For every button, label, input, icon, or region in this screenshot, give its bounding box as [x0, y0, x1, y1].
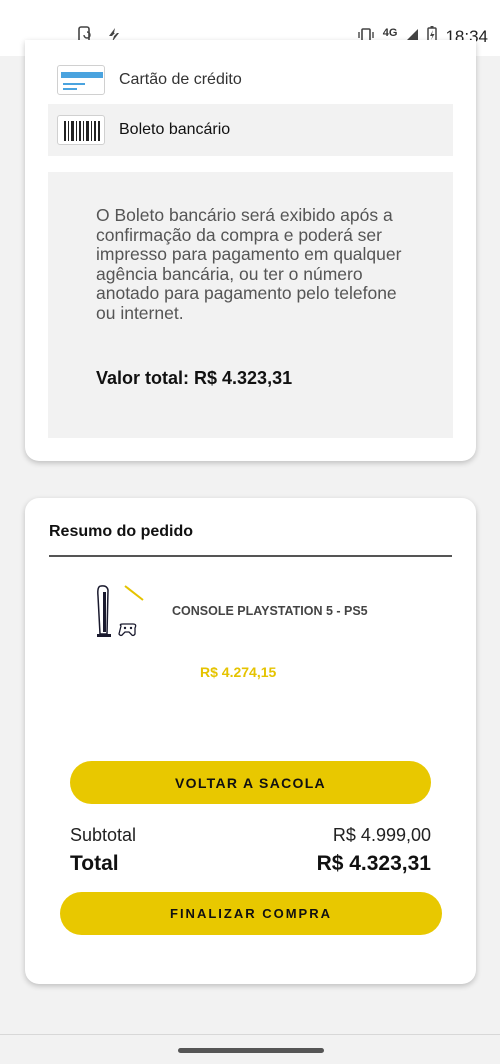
- subtotal-row: Subtotal R$ 4.999,00: [70, 825, 431, 846]
- payment-option-boleto[interactable]: Boleto bancário: [48, 104, 453, 156]
- boleto-info-text: O Boleto bancário será exibido após a co…: [96, 205, 402, 323]
- total-row: Total R$ 4.323,31: [70, 852, 431, 876]
- payment-option-label: Cartão de crédito: [119, 71, 242, 88]
- product-name: CONSOLE PLAYSTATION 5 - PS5: [172, 604, 368, 618]
- navigation-bar: [0, 1034, 500, 1064]
- order-summary-card: Resumo do pedido CONSOLE PLAYSTATION 5 -…: [25, 498, 476, 984]
- home-gesture-handle[interactable]: [178, 1048, 324, 1053]
- boleto-total-value: Valor total: R$ 4.323,31: [96, 368, 293, 388]
- barcode-icon: [57, 115, 105, 145]
- total-value: R$ 4.323,31: [316, 852, 431, 875]
- summary-title: Resumo do pedido: [49, 523, 193, 540]
- total-label: Total: [70, 852, 119, 875]
- summary-divider: [49, 555, 452, 557]
- payment-option-credit-card[interactable]: Cartão de crédito: [48, 54, 453, 106]
- back-to-bag-button[interactable]: VOLTAR A SACOLA: [70, 761, 431, 804]
- payment-option-label: Boleto bancário: [119, 121, 231, 138]
- product-price: R$ 4.274,15: [200, 664, 277, 680]
- network-type: 4G: [382, 27, 398, 39]
- subtotal-value: R$ 4.999,00: [332, 825, 431, 845]
- payment-method-card: Cartão de crédito Boleto bancário O Bole…: [25, 40, 476, 461]
- playstation-5-console-image: [95, 582, 147, 640]
- subtotal-label: Subtotal: [70, 825, 137, 845]
- boleto-info-box: O Boleto bancário será exibido após a co…: [48, 172, 453, 438]
- credit-card-icon: [57, 65, 105, 95]
- finish-purchase-button[interactable]: FINALIZAR COMPRA: [60, 892, 442, 935]
